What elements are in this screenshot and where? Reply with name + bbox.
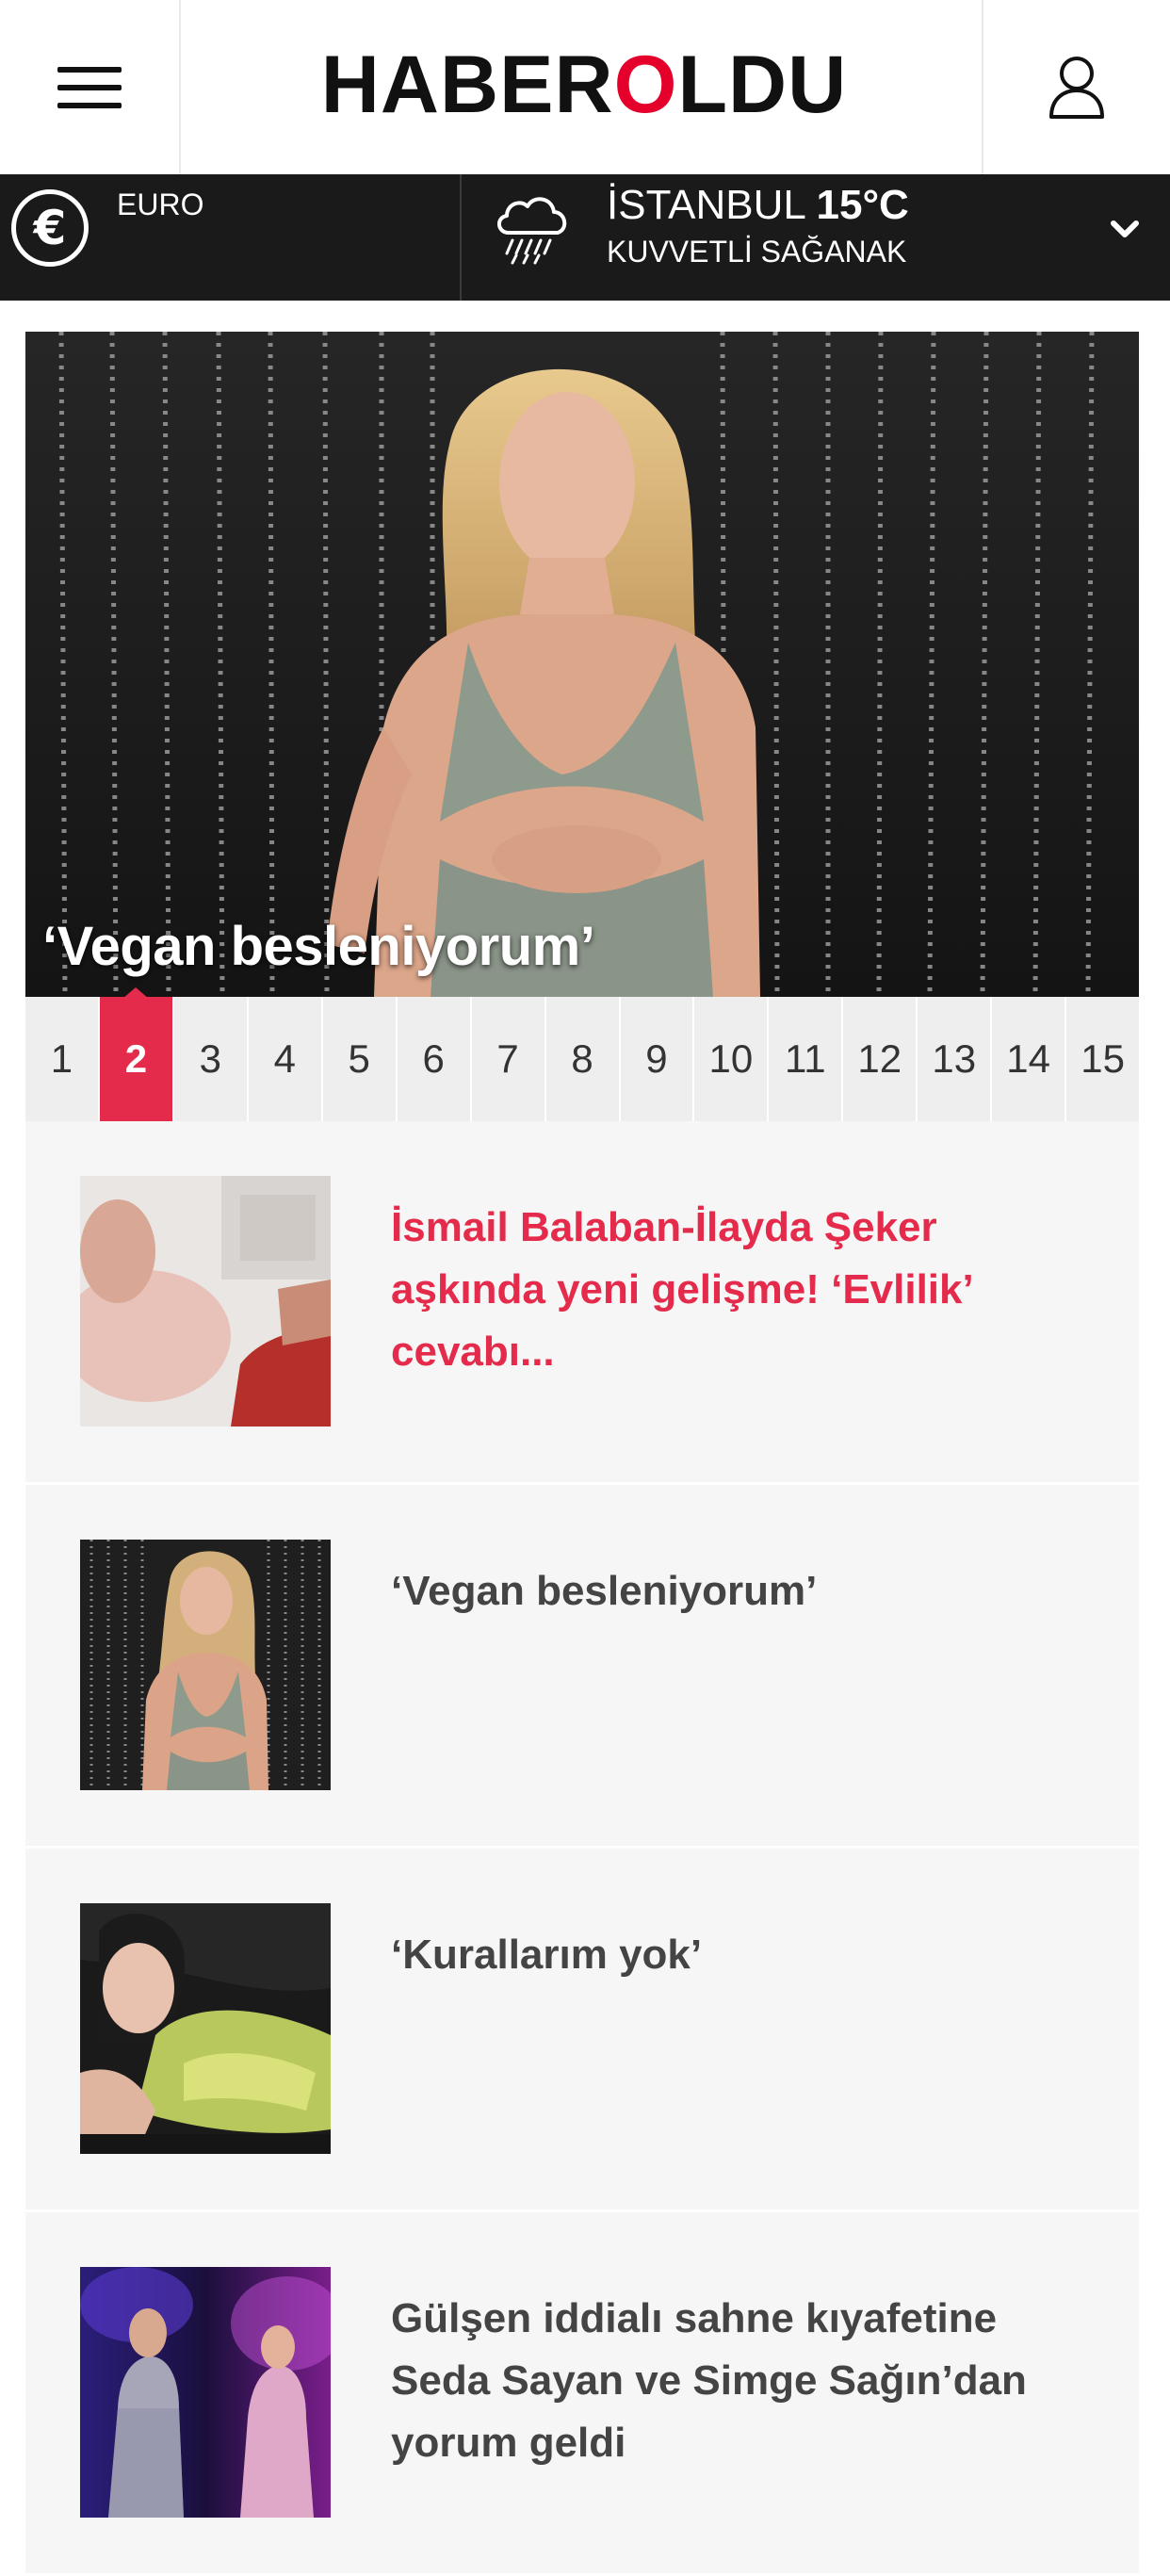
site-logo[interactable]: HABER O LDU — [188, 38, 980, 132]
hero-gallery-image[interactable]: ‘Vegan besleniyorum’ — [25, 332, 1139, 997]
list-item[interactable]: ‘Kurallarım yok’ — [25, 1849, 1139, 2212]
list-item[interactable]: Gülşen iddialı sahne kıyafetine Seda Say… — [25, 2212, 1139, 2576]
article-title[interactable]: Gülşen iddialı sahne kıyafetine Seda Say… — [391, 2288, 1069, 2474]
weather-widget[interactable]: İSTANBUL 15°C KUVVETLİ SAĞANAK — [490, 174, 1170, 301]
rain-cloud-icon — [497, 197, 567, 265]
article-thumbnail[interactable] — [80, 1176, 331, 1427]
site-header: HABER O LDU — [0, 0, 1170, 174]
gallery-pagination: 1 2 3 4 5 6 7 8 9 10 11 12 13 14 15 — [25, 987, 1139, 1121]
page-8-button[interactable]: 8 — [546, 997, 621, 1121]
article-title[interactable]: ‘Vegan besleniyorum’ — [391, 1560, 1069, 1622]
logo-text-part2: LDU — [677, 39, 848, 130]
hero-title[interactable]: ‘Vegan besleniyorum’ — [42, 915, 595, 978]
euro-icon: € — [11, 189, 89, 267]
page-15-button[interactable]: 15 — [1066, 997, 1139, 1121]
hero-photo — [25, 332, 1139, 997]
weather-location: İSTANBUL 15°C — [607, 182, 909, 229]
page-4-button[interactable]: 4 — [249, 997, 323, 1121]
article-thumbnail[interactable] — [80, 2267, 331, 2518]
chevron-down-icon[interactable] — [1106, 210, 1144, 248]
user-icon — [1049, 56, 1104, 119]
page-9-button[interactable]: 9 — [621, 997, 695, 1121]
article-list: İsmail Balaban-İlayda Şeker aşkında yeni… — [25, 1121, 1139, 2576]
temperature: 15°C — [816, 182, 909, 228]
currency-widget[interactable]: € EURO — [0, 174, 462, 301]
page-14-button[interactable]: 14 — [992, 997, 1067, 1121]
page-3-button[interactable]: 3 — [174, 997, 249, 1121]
logo-text-part1: HABER — [320, 39, 614, 130]
menu-button[interactable] — [0, 0, 181, 174]
page-6-button[interactable]: 6 — [398, 997, 472, 1121]
user-account-button[interactable] — [982, 0, 1170, 174]
hamburger-icon — [57, 66, 122, 108]
page-12-button[interactable]: 12 — [843, 997, 918, 1121]
article-title[interactable]: ‘Kurallarım yok’ — [391, 1924, 1069, 1986]
page-2-button[interactable]: 2 — [99, 987, 174, 1121]
currency-label: EURO — [117, 187, 204, 221]
article-thumbnail[interactable] — [80, 1540, 331, 1790]
article-title[interactable]: İsmail Balaban-İlayda Şeker aşkında yeni… — [391, 1197, 1069, 1383]
logo-text-o: O — [613, 39, 678, 130]
page-13-button[interactable]: 13 — [918, 997, 993, 1121]
page-1-button[interactable]: 1 — [25, 997, 100, 1121]
info-bar: € EURO İSTANBUL 15°C KUVVETLİ SAĞANAK — [0, 174, 1170, 301]
page-11-button[interactable]: 11 — [769, 997, 844, 1121]
page-7-button[interactable]: 7 — [472, 997, 546, 1121]
weather-description: KUVVETLİ SAĞANAK — [607, 235, 907, 269]
city-name: İSTANBUL — [607, 182, 805, 228]
article-thumbnail[interactable] — [80, 1903, 331, 2154]
list-item[interactable]: ‘Vegan besleniyorum’ — [25, 1485, 1139, 1849]
list-item[interactable]: İsmail Balaban-İlayda Şeker aşkında yeni… — [25, 1121, 1139, 1485]
page-5-button[interactable]: 5 — [323, 997, 398, 1121]
page-10-button[interactable]: 10 — [694, 997, 770, 1121]
